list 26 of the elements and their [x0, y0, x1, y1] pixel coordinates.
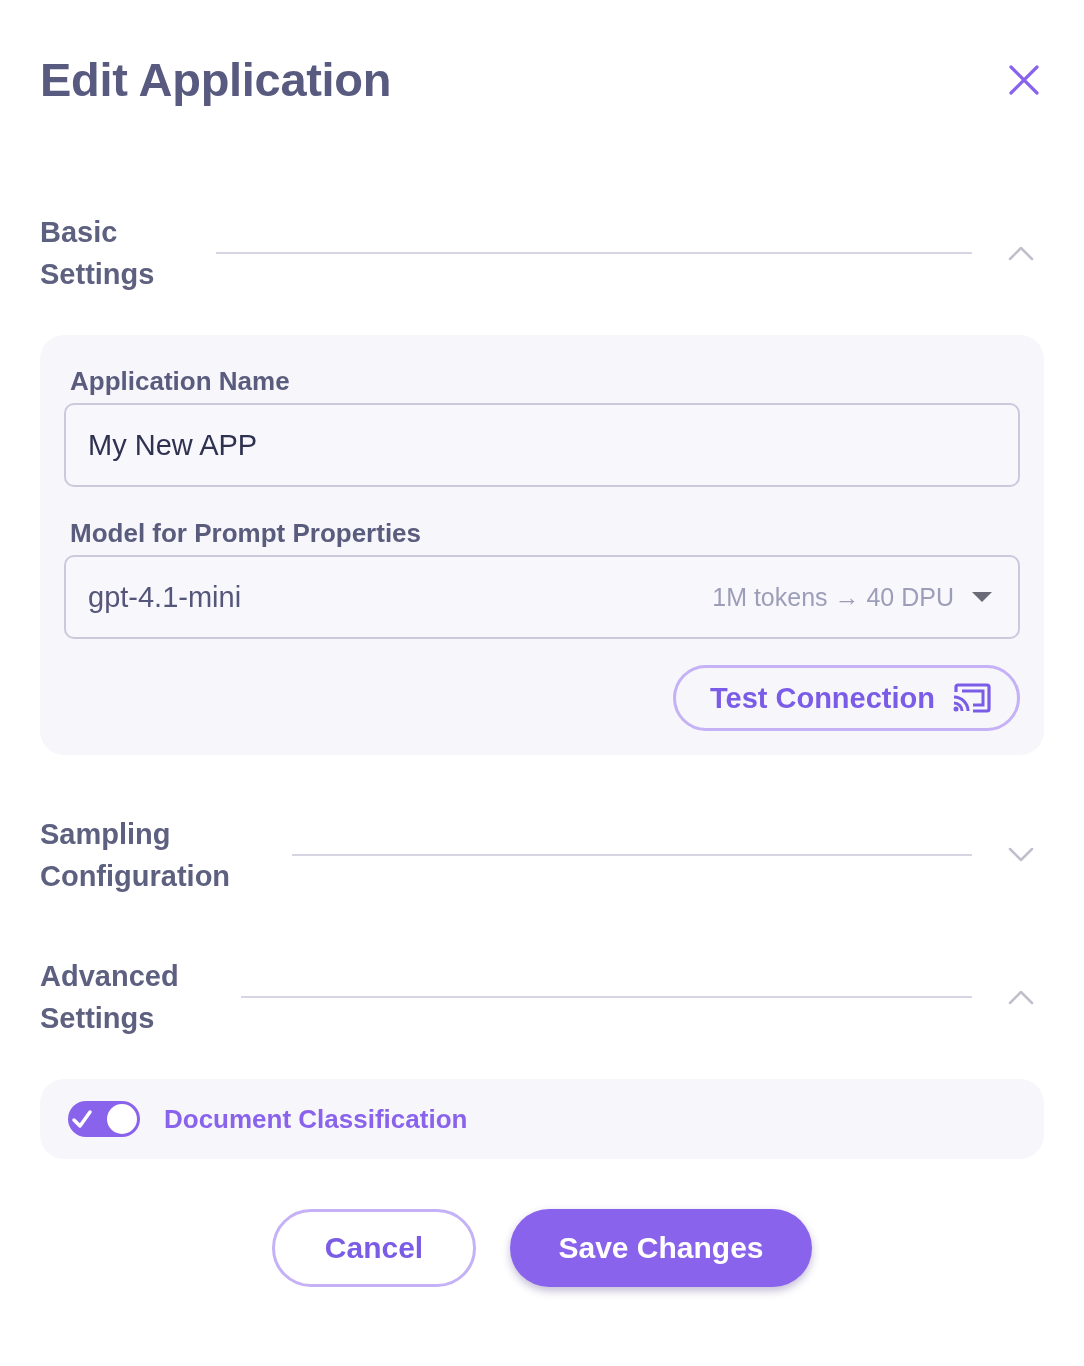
chevron-down-icon — [1008, 847, 1034, 863]
chevron-button[interactable] — [1008, 847, 1034, 863]
check-icon — [71, 1109, 93, 1129]
cast-icon — [953, 683, 991, 713]
close-icon — [1008, 63, 1040, 96]
field-label: Application Name — [70, 365, 291, 397]
section-title: Advanced Settings — [40, 959, 179, 1036]
section-title: Basic Settings — [40, 215, 155, 292]
dropdown-value: gpt-4.1-mini — [88, 580, 243, 614]
close-button[interactable] — [1008, 63, 1040, 96]
dialog-title: Edit Application — [40, 52, 392, 107]
toggle-switch[interactable] — [68, 1101, 140, 1137]
chevron-button[interactable] — [1008, 989, 1034, 1005]
cancel-button[interactable]: Cancel — [272, 1209, 476, 1287]
section-title: Sampling Configuration — [40, 817, 231, 894]
caret-icon — [972, 592, 992, 602]
save-button[interactable]: Save Changes — [510, 1209, 812, 1287]
chevron-up-icon — [1008, 245, 1034, 261]
input-field[interactable]: My New APP — [64, 403, 1020, 487]
dropdown-hint: 1M tokens → 40 DPU — [712, 582, 954, 612]
model-dropdown[interactable]: gpt-4.1-mini 1M tokens → 40 DPU — [64, 555, 1020, 639]
chevron-button[interactable] — [1008, 245, 1034, 261]
test-connection-button[interactable]: Test Connection — [672, 665, 1020, 731]
toggle-label: Document Classification — [164, 1103, 468, 1135]
chevron-up-icon — [1008, 989, 1034, 1005]
field-label: Model for Prompt Properties — [70, 517, 423, 549]
